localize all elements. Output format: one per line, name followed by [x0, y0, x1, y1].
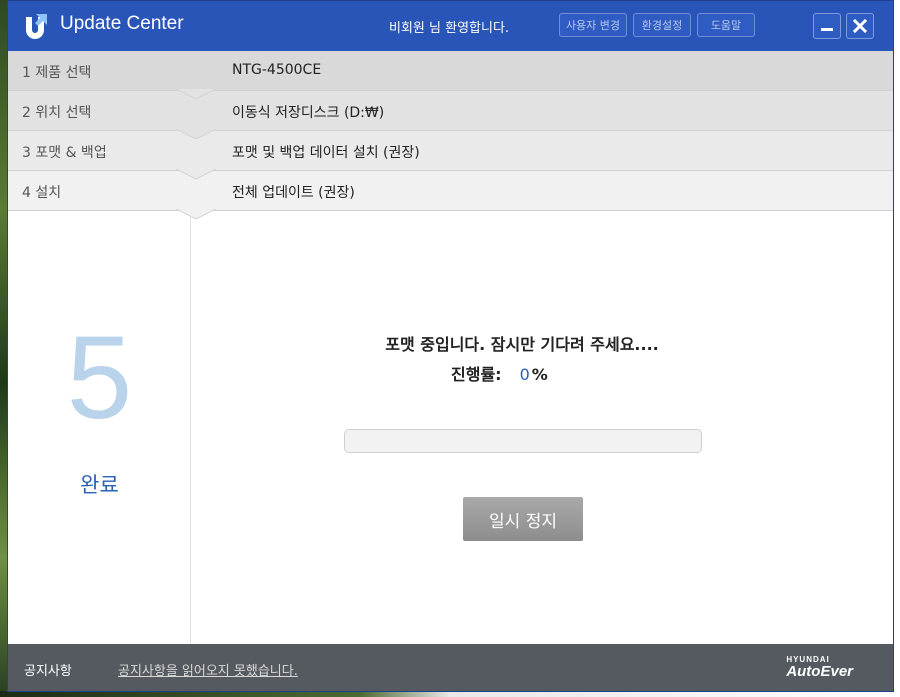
current-step-panel: 5 완료: [8, 211, 191, 644]
minimize-button[interactable]: [813, 13, 841, 39]
step-item-format-backup: 3 포맷 & 백업 포맷 및 백업 데이터 설치 (권장): [8, 131, 893, 180]
app-title: Update Center: [60, 13, 184, 34]
title-bar[interactable]: Update Center 비회원 님 환영합니다. 사용자 변경 환경설정 도…: [8, 1, 893, 51]
progress-value: 0: [519, 365, 530, 384]
progress-label: 진행률:: [451, 365, 502, 384]
notice-link[interactable]: 공지사항을 읽어오지 못했습니다.: [118, 660, 298, 679]
update-center-window: Update Center 비회원 님 환영합니다. 사용자 변경 환경설정 도…: [7, 0, 894, 692]
step-value: 포맷 및 백업 데이터 설치 (권장): [232, 145, 420, 161]
hyundai-autoever-logo: HYUNDAI AutoEver: [786, 655, 853, 680]
status-message: 포맷 중입니다. 잠시만 기다려 주세요....: [385, 335, 659, 354]
minimize-icon: [821, 28, 833, 31]
step-label: 4 설치: [22, 185, 62, 201]
pause-button[interactable]: 일시 정지: [463, 497, 583, 541]
close-button[interactable]: [846, 13, 874, 39]
progress-bar: [344, 429, 702, 453]
step-value: 이동식 저장디스크 (D:₩): [232, 105, 385, 121]
step-arrow-icon: [176, 89, 216, 100]
settings-button[interactable]: 환경설정: [633, 13, 691, 37]
step-arrow-icon: [176, 169, 216, 180]
footer-bar: 공지사항 공지사항을 읽어오지 못했습니다. HYUNDAI AutoEver: [8, 644, 893, 691]
step-arrow-icon: [176, 129, 216, 140]
user-change-button[interactable]: 사용자 변경: [559, 13, 627, 37]
brand-main-text: AutoEver: [786, 663, 853, 680]
current-step-label: 완료: [80, 473, 119, 497]
step-value: NTG-4500CE: [232, 62, 322, 78]
step-label: 2 위치 선택: [22, 105, 92, 121]
current-step-number: 5: [66, 312, 133, 444]
step-list: 1 제품 선택 NTG-4500CE 2 위치 선택 이동식 저장디스크 (D:…: [8, 51, 893, 220]
step-label: 3 포맷 & 백업: [22, 145, 107, 161]
step-label: 1 제품 선택: [22, 65, 92, 81]
welcome-message: 비회원 님 환영합니다.: [389, 21, 510, 36]
progress-unit: %: [531, 365, 548, 384]
step-value: 전체 업데이트 (권장): [232, 185, 355, 201]
update-logo-icon: [26, 14, 47, 39]
progress-readout: 진행률: 0%: [451, 361, 548, 385]
help-button[interactable]: 도움말: [697, 13, 755, 37]
notice-title: 공지사항: [24, 664, 72, 679]
close-icon: [853, 19, 867, 33]
step-item-install: 4 설치 전체 업데이트 (권장): [8, 171, 893, 220]
main-content: 포맷 중입니다. 잠시만 기다려 주세요.... 진행률: 0% 일시 정지: [192, 211, 893, 644]
step-arrow-icon: [176, 209, 216, 220]
step-item-product: 1 제품 선택 NTG-4500CE: [8, 51, 893, 100]
step-item-location: 2 위치 선택 이동식 저장디스크 (D:₩): [8, 91, 893, 140]
